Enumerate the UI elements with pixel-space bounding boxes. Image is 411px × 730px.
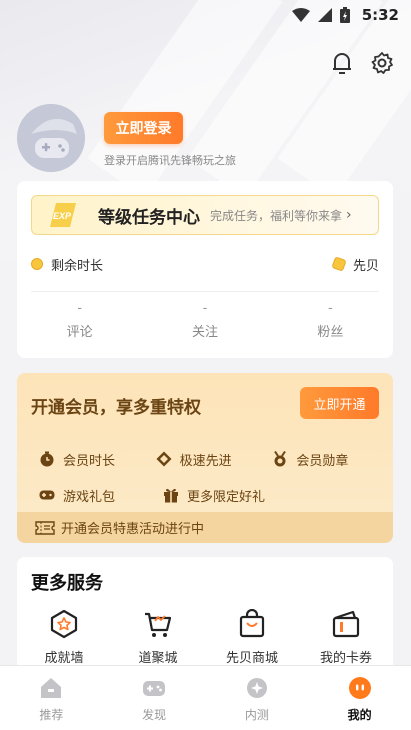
vip-perk-label: 会员时长	[63, 453, 116, 469]
nav-label: 发现	[142, 708, 167, 722]
ticket-icon	[35, 520, 55, 535]
chevron-right-icon: ›	[346, 207, 352, 223]
gift-icon	[164, 488, 178, 503]
gamepad-icon	[39, 490, 55, 500]
vip-perk-label: 游戏礼包	[63, 489, 116, 505]
vip-promo-banner[interactable]: 开通会员特惠活动进行中	[17, 512, 393, 543]
service-label: 道聚城	[138, 651, 178, 666]
stat-value: -	[202, 301, 208, 316]
time-coin-icon	[31, 258, 43, 270]
vip-perk-label: 会员勋章	[296, 453, 349, 469]
svg-text:EXP: EXP	[53, 211, 72, 221]
nav-tab-discover[interactable]: 发现	[103, 666, 206, 730]
stat-label: 粉丝	[317, 325, 344, 340]
bottom-navigation: 推荐 发现 内测 我的	[0, 665, 411, 730]
stat-label: 评论	[66, 325, 93, 340]
gamepad-icon	[143, 681, 166, 696]
cart-icon	[145, 612, 172, 637]
coins-item[interactable]: 先贝	[331, 255, 379, 274]
service-daojucheng[interactable]: 道聚城	[111, 609, 205, 666]
service-xianbei-mall[interactable]: 先贝商城	[205, 609, 299, 666]
coin-icon	[331, 256, 347, 272]
stat-label: 关注	[191, 325, 218, 340]
services-list: 成就墙 道聚城 先贝商城 我的卡券	[17, 609, 393, 666]
nav-label: 推荐	[39, 708, 64, 722]
vip-membership-card: 开通会员，享多重特权 立即开通 会员时长 极速先进 会员勋章 游戏礼包 更多限定…	[17, 373, 393, 543]
nav-tab-beta[interactable]: 内测	[206, 666, 309, 730]
vip-perk-label: 更多限定好礼	[187, 489, 266, 505]
vip-perks: 会员时长 极速先进 会员勋章 游戏礼包 更多限定好礼	[39, 441, 389, 513]
task-center-subtitle: 完成任务，福利等你来拿	[210, 208, 343, 223]
stat-following[interactable]: - 关注	[142, 301, 267, 340]
vip-perk[interactable]: 极速先进	[156, 450, 273, 469]
vip-perk-label: 极速先进	[179, 453, 232, 469]
login-subtitle: 登录开启腾讯先锋畅玩之旅	[104, 154, 236, 167]
time-left-item[interactable]: 剩余时长	[31, 255, 103, 274]
header-actions	[329, 50, 395, 76]
speed-diamond-icon	[156, 451, 172, 467]
notification-bell-icon[interactable]	[329, 50, 355, 76]
stat-comments[interactable]: - 评论	[17, 301, 142, 340]
vip-promo-text: 开通会员特惠活动进行中	[61, 522, 205, 537]
nav-tab-recommend[interactable]: 推荐	[0, 666, 103, 730]
service-label: 先贝商城	[225, 651, 278, 666]
vip-subscribe-button[interactable]: 立即开通	[300, 387, 379, 419]
service-label: 成就墙	[44, 651, 84, 666]
stat-followers[interactable]: - 粉丝	[268, 301, 393, 340]
time-left-label: 剩余时长	[51, 258, 104, 274]
task-center-title: 等级任务中心	[98, 207, 200, 228]
wifi-icon	[291, 8, 310, 22]
service-achievement-wall[interactable]: 成就墙	[17, 609, 111, 666]
vip-title: 开通会员，享多重特权	[31, 398, 201, 418]
stat-value: -	[77, 301, 83, 316]
balance-row: 剩余时长 先贝	[31, 253, 379, 275]
profile-icon	[348, 677, 371, 699]
shopping-bag-icon	[239, 609, 265, 638]
coins-label: 先贝	[352, 258, 379, 274]
battery-icon	[339, 7, 350, 23]
login-button[interactable]: 立即登录	[104, 112, 183, 144]
divider	[31, 291, 379, 292]
services-title: 更多服务	[31, 573, 103, 594]
settings-gear-icon[interactable]	[369, 50, 395, 76]
vip-perk[interactable]: 会员时长	[39, 450, 156, 469]
user-stats-card: EXP 等级任务中心 完成任务，福利等你来拿 › 剩余时长 先贝 - 评论 - …	[17, 181, 393, 358]
status-time: 5:32	[361, 6, 399, 24]
level-task-banner[interactable]: EXP 等级任务中心 完成任务，福利等你来拿 ›	[31, 195, 379, 235]
stat-value: -	[327, 301, 333, 316]
vip-perk[interactable]: 更多限定好礼	[163, 486, 323, 505]
home-icon	[41, 678, 62, 698]
nav-tab-mine[interactable]: 我的	[308, 666, 411, 730]
social-stats: - 评论 - 关注 - 粉丝	[17, 301, 393, 340]
vip-perk[interactable]: 游戏礼包	[39, 486, 163, 505]
service-label: 我的卡券	[319, 651, 372, 666]
clock-icon	[40, 451, 54, 467]
medal-icon	[274, 451, 287, 467]
avatar[interactable]	[17, 104, 85, 172]
nav-label: 内测	[244, 708, 269, 722]
nav-label: 我的	[347, 708, 372, 722]
beta-icon	[246, 678, 267, 698]
vip-perk[interactable]: 会员勋章	[272, 450, 389, 469]
service-my-coupons[interactable]: 我的卡券	[299, 609, 393, 666]
signal-icon	[317, 8, 332, 22]
exp-badge-icon: EXP	[50, 203, 76, 227]
achievement-icon	[50, 609, 78, 639]
status-bar: 5:32	[0, 0, 411, 30]
coupon-icon	[332, 610, 360, 638]
